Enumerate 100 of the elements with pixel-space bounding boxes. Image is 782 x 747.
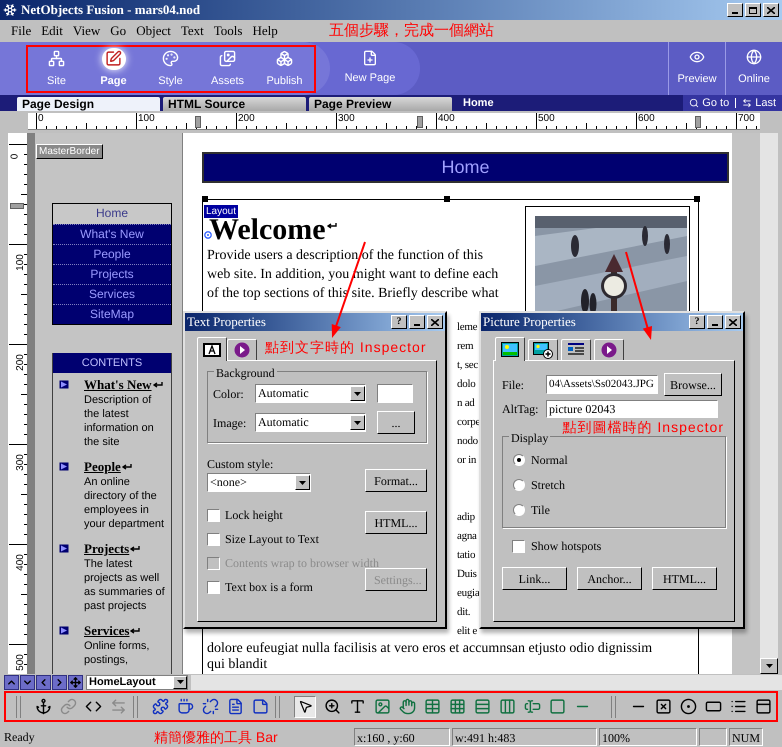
contents-link[interactable]: What's New bbox=[84, 377, 152, 393]
color-select[interactable]: Automatic bbox=[255, 384, 366, 403]
menu-item[interactable]: Object bbox=[131, 21, 176, 41]
nav-link[interactable]: Services bbox=[53, 284, 171, 304]
horizontal-scrollbar[interactable] bbox=[191, 674, 782, 690]
text-tool-icon[interactable] bbox=[349, 698, 366, 715]
minimize-button[interactable] bbox=[409, 315, 425, 329]
alt-tag-field[interactable]: picture 02043 bbox=[546, 400, 718, 418]
frame-control-icon[interactable] bbox=[755, 698, 772, 715]
checkbox[interactable] bbox=[207, 580, 220, 594]
checkbox[interactable] bbox=[207, 532, 220, 546]
toolbar-grip[interactable] bbox=[16, 696, 21, 718]
text-field-icon[interactable] bbox=[524, 698, 541, 715]
list-control-icon[interactable] bbox=[730, 698, 747, 715]
nav-link[interactable]: SiteMap bbox=[53, 304, 171, 324]
inspector-tab[interactable] bbox=[528, 339, 558, 360]
cup-icon[interactable] bbox=[177, 698, 194, 715]
toolbar-grip[interactable] bbox=[611, 696, 616, 718]
last-button[interactable]: Last bbox=[736, 94, 782, 112]
file-field[interactable]: 04\Assets\Ss02043.JPG bbox=[546, 375, 658, 394]
table-icon[interactable] bbox=[424, 698, 441, 715]
radio-button[interactable] bbox=[513, 504, 525, 516]
view-button[interactable]: Assets bbox=[199, 48, 256, 90]
inspector-tab[interactable] bbox=[495, 337, 525, 361]
inspector-tab[interactable] bbox=[594, 339, 624, 360]
note-icon[interactable] bbox=[252, 698, 269, 715]
browse-button[interactable]: Browse... bbox=[664, 373, 722, 396]
menu-item[interactable]: Edit bbox=[36, 21, 68, 41]
contents-link[interactable]: Projects bbox=[84, 541, 130, 557]
menu-item[interactable]: Go bbox=[105, 21, 132, 41]
view-button[interactable]: Page bbox=[85, 48, 142, 90]
nav-link[interactable]: What's New bbox=[53, 224, 171, 244]
checkbox-control-icon[interactable] bbox=[655, 698, 672, 715]
maximize-button[interactable] bbox=[745, 3, 761, 17]
browse-button[interactable]: ... bbox=[377, 411, 415, 434]
columns-icon[interactable] bbox=[499, 698, 516, 715]
view-tab[interactable]: HTML Source bbox=[163, 97, 306, 111]
menu-item[interactable]: Text bbox=[176, 21, 209, 41]
menu-item[interactable]: Help bbox=[247, 21, 283, 41]
dialog-button[interactable]: Link... bbox=[502, 567, 567, 590]
nav-link[interactable]: Home bbox=[53, 204, 171, 224]
image-select[interactable]: Automatic bbox=[255, 413, 366, 432]
style-select[interactable]: <none> bbox=[207, 473, 311, 492]
selection-handle-icon[interactable] bbox=[444, 196, 450, 202]
view-tab[interactable]: Page Design bbox=[17, 97, 160, 111]
ruler-marker-icon[interactable] bbox=[695, 116, 701, 128]
view-button[interactable]: Publish bbox=[256, 48, 313, 90]
layout-dropdown[interactable]: HomeLayout bbox=[86, 674, 188, 690]
grid-icon[interactable] bbox=[449, 698, 466, 715]
page-nav-icon[interactable] bbox=[20, 674, 35, 690]
nav-link[interactable]: Projects bbox=[53, 264, 171, 284]
format-button[interactable]: Format... bbox=[365, 469, 427, 492]
dialog-button[interactable]: HTML... bbox=[652, 567, 717, 590]
ruler-marker-icon[interactable] bbox=[417, 116, 423, 128]
zoom-icon[interactable] bbox=[324, 698, 341, 715]
inspector-tab[interactable] bbox=[227, 339, 257, 360]
selection-handle-icon[interactable] bbox=[694, 196, 700, 202]
color-swatch[interactable] bbox=[377, 384, 413, 403]
vertical-scrollbar[interactable] bbox=[760, 133, 778, 674]
menu-item[interactable]: Tools bbox=[208, 21, 248, 41]
view-button[interactable]: Site bbox=[28, 48, 85, 90]
page-nav-icon[interactable] bbox=[52, 674, 67, 690]
contents-link[interactable]: Services bbox=[84, 623, 130, 639]
broken-link-icon[interactable] bbox=[202, 698, 219, 715]
hand-icon[interactable] bbox=[399, 698, 416, 715]
close-button[interactable] bbox=[763, 3, 779, 17]
menu-item[interactable]: File bbox=[6, 21, 36, 41]
rows-icon[interactable] bbox=[474, 698, 491, 715]
page-nav-icon[interactable] bbox=[4, 674, 19, 690]
radio-button[interactable] bbox=[513, 479, 525, 491]
checkbox[interactable] bbox=[207, 508, 220, 522]
scroll-down-icon[interactable] bbox=[760, 658, 778, 674]
dialog-button[interactable]: Anchor... bbox=[577, 567, 642, 590]
puzzle-icon[interactable] bbox=[152, 698, 169, 715]
rectangle-icon[interactable] bbox=[549, 698, 566, 715]
checkbox[interactable] bbox=[512, 540, 525, 552]
page-nav-icon[interactable] bbox=[36, 674, 51, 690]
ruler-marker-icon[interactable] bbox=[195, 116, 201, 128]
image-icon[interactable] bbox=[374, 698, 391, 715]
radio-button[interactable] bbox=[513, 454, 525, 466]
contents-link[interactable]: People bbox=[84, 459, 121, 475]
menu-item[interactable]: View bbox=[68, 21, 106, 41]
pointer-tool-button[interactable] bbox=[294, 696, 316, 718]
inspector-tab[interactable] bbox=[197, 337, 227, 361]
minimize-button[interactable] bbox=[727, 3, 743, 17]
page-nav-icon[interactable] bbox=[68, 674, 83, 690]
toolbar-grip[interactable] bbox=[275, 696, 280, 718]
close-button[interactable] bbox=[427, 315, 443, 329]
radio-control-icon[interactable] bbox=[680, 698, 697, 715]
anchor-icon[interactable] bbox=[35, 698, 52, 715]
view-button[interactable]: Style bbox=[142, 48, 199, 90]
ruler-marker-icon[interactable] bbox=[10, 203, 24, 209]
document-icon[interactable] bbox=[227, 698, 244, 715]
toolbar-grip[interactable] bbox=[133, 696, 138, 718]
help-button[interactable]: ? bbox=[391, 315, 407, 329]
selection-handle-icon[interactable] bbox=[202, 196, 208, 202]
close-button[interactable] bbox=[725, 315, 741, 329]
html-button[interactable]: HTML... bbox=[365, 511, 427, 534]
view-tab[interactable]: Page Preview bbox=[309, 97, 452, 111]
go-to-button[interactable]: Go to bbox=[683, 94, 736, 112]
